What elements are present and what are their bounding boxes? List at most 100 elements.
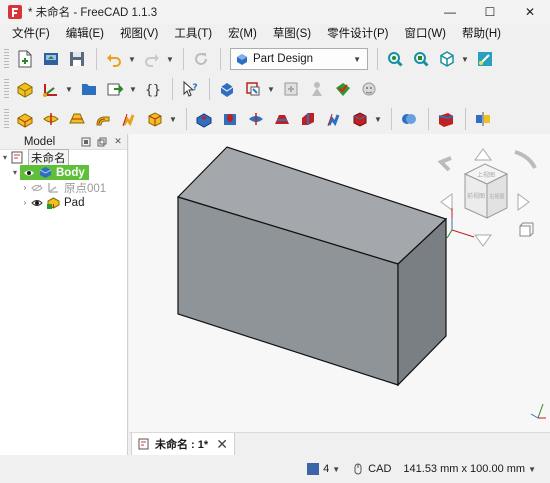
mirrored-icon[interactable]	[471, 107, 495, 131]
subtractive-loft-icon[interactable]	[270, 107, 294, 131]
close-window-button[interactable]: ✕	[510, 0, 550, 24]
datum-dropdown-icon[interactable]: ▼	[65, 85, 73, 94]
expand-icon[interactable]: ›	[20, 183, 30, 192]
eye-visible-icon[interactable]	[22, 169, 36, 177]
collapse-icon[interactable]: ▾	[10, 168, 20, 177]
migrate-icon[interactable]	[357, 77, 381, 101]
view-dropdown-icon[interactable]: ▼	[461, 55, 469, 64]
tree-document-label: 未命名	[28, 148, 69, 167]
eye-visible-icon[interactable]	[30, 199, 44, 207]
undo-icon[interactable]	[102, 47, 126, 71]
maximize-button[interactable]: ☐	[470, 0, 510, 24]
isometric-view-icon[interactable]	[435, 47, 459, 71]
measure-icon[interactable]	[473, 47, 497, 71]
nav-arrow-right-icon[interactable]	[517, 193, 530, 211]
document-tab-bar: 未命名 : 1* ✕	[129, 432, 550, 456]
toolbar-grip[interactable]	[4, 109, 9, 129]
fit-all-icon[interactable]	[383, 47, 407, 71]
additive-helix-icon[interactable]	[117, 107, 141, 131]
undo-dropdown-icon[interactable]: ▼	[128, 55, 136, 64]
export-icon[interactable]	[103, 77, 127, 101]
attachment-icon[interactable]	[305, 77, 329, 101]
tree-item-pad[interactable]: › Pad	[20, 195, 84, 210]
workbench-selector[interactable]: Part Design ▼	[230, 48, 368, 70]
navcube-menu-icon[interactable]	[519, 225, 531, 237]
datum-plane-icon[interactable]	[39, 77, 63, 101]
body-highlight: Body	[20, 165, 89, 180]
pad-solid[interactable]	[176, 146, 448, 387]
subtractive-box-icon[interactable]	[348, 107, 372, 131]
expression-icon[interactable]: {}	[141, 77, 165, 101]
menu-sketch[interactable]: 草图(S)	[265, 24, 319, 44]
toolbar-grip[interactable]	[4, 79, 9, 99]
nav-rotate-left-icon[interactable]	[437, 156, 452, 172]
sub-shape-binder-icon[interactable]	[241, 77, 265, 101]
new-document-icon[interactable]	[13, 47, 37, 71]
additive-loft-icon[interactable]	[65, 107, 89, 131]
layer-indicator[interactable]: 4 ▼	[307, 463, 340, 475]
menu-view[interactable]: 视图(V)	[112, 24, 166, 44]
axis-cross-icon	[530, 403, 546, 419]
dimension-dropdown-icon[interactable]: ▼	[528, 465, 536, 474]
layer-dropdown-icon[interactable]: ▼	[332, 465, 340, 474]
nav-rotate-right-icon[interactable]	[514, 150, 537, 169]
collapse-icon[interactable]: ▾	[0, 153, 10, 162]
tree-item-origin[interactable]: › 原点001	[20, 180, 107, 195]
redo-dropdown-icon[interactable]: ▼	[166, 55, 174, 64]
menu-tools[interactable]: 工具(T)	[166, 24, 220, 44]
3d-viewport[interactable]: 上视图 前视图 右视图	[129, 134, 550, 432]
menu-edit[interactable]: 编辑(E)	[58, 24, 112, 44]
whats-this-icon[interactable]: ?	[178, 77, 202, 101]
save-document-icon[interactable]	[65, 47, 89, 71]
folder-icon[interactable]	[77, 77, 101, 101]
expand-icon[interactable]: ›	[20, 198, 30, 207]
close-tab-icon[interactable]: ✕	[216, 436, 228, 453]
minimize-button[interactable]: —	[430, 0, 470, 24]
tree-item-document[interactable]: ▾ 未命名	[0, 148, 69, 167]
additive-box-icon[interactable]	[143, 107, 167, 131]
subtractive-pipe-icon[interactable]	[296, 107, 320, 131]
navigation-cube[interactable]: 上视图 前视图 右视图	[437, 148, 537, 247]
boolean-icon[interactable]	[397, 107, 421, 131]
menu-part-design[interactable]: 零件设计(P)	[319, 24, 396, 44]
nav-arrow-down-icon[interactable]	[474, 234, 492, 247]
document-tab[interactable]: 未命名 : 1* ✕	[131, 433, 235, 456]
additive-primitive-dropdown-icon[interactable]: ▼	[169, 115, 177, 124]
additive-pipe-icon[interactable]	[91, 107, 115, 131]
nav-arrow-left-icon[interactable]	[440, 193, 453, 211]
clone-icon[interactable]	[279, 77, 303, 101]
groove-icon[interactable]	[244, 107, 268, 131]
nav-arrow-up-icon[interactable]	[474, 148, 492, 161]
menu-file[interactable]: 文件(F)	[4, 24, 58, 44]
pad-icon[interactable]	[13, 107, 37, 131]
navigation-style[interactable]: CAD	[352, 463, 391, 475]
redo-icon[interactable]	[140, 47, 164, 71]
open-document-icon[interactable]	[39, 47, 63, 71]
panel-float-icon[interactable]	[95, 135, 109, 149]
panel-sync-icon[interactable]	[79, 135, 93, 149]
sketch-validate-icon[interactable]	[331, 77, 355, 101]
revolution-icon[interactable]	[39, 107, 63, 131]
subtractive-primitive-dropdown-icon[interactable]: ▼	[374, 115, 382, 124]
navcube-front-label: 前视图	[467, 192, 485, 200]
toolbar-grip[interactable]	[4, 49, 9, 69]
binder-dropdown-icon[interactable]: ▼	[267, 85, 275, 94]
model-panel-title: Model	[23, 135, 56, 148]
shape-binder-icon[interactable]	[215, 77, 239, 101]
menu-window[interactable]: 窗口(W)	[397, 24, 455, 44]
create-body-icon[interactable]	[13, 77, 37, 101]
pocket-icon[interactable]	[192, 107, 216, 131]
layer-value: 4	[323, 463, 330, 475]
menu-help[interactable]: 帮助(H)	[454, 24, 509, 44]
fillet-icon[interactable]	[434, 107, 458, 131]
refresh-icon[interactable]	[189, 47, 213, 71]
dimension-value: 141.53 mm x 100.00 mm	[403, 463, 526, 475]
eye-hidden-icon[interactable]	[30, 184, 44, 192]
export-dropdown-icon[interactable]: ▼	[129, 85, 137, 94]
tree-item-body[interactable]: ▾ Body	[10, 165, 89, 180]
menu-macro[interactable]: 宏(M)	[220, 24, 265, 44]
subtractive-helix-icon[interactable]	[322, 107, 346, 131]
hole-icon[interactable]	[218, 107, 242, 131]
panel-close-icon[interactable]: ✕	[111, 135, 125, 149]
fit-selection-icon[interactable]	[409, 47, 433, 71]
